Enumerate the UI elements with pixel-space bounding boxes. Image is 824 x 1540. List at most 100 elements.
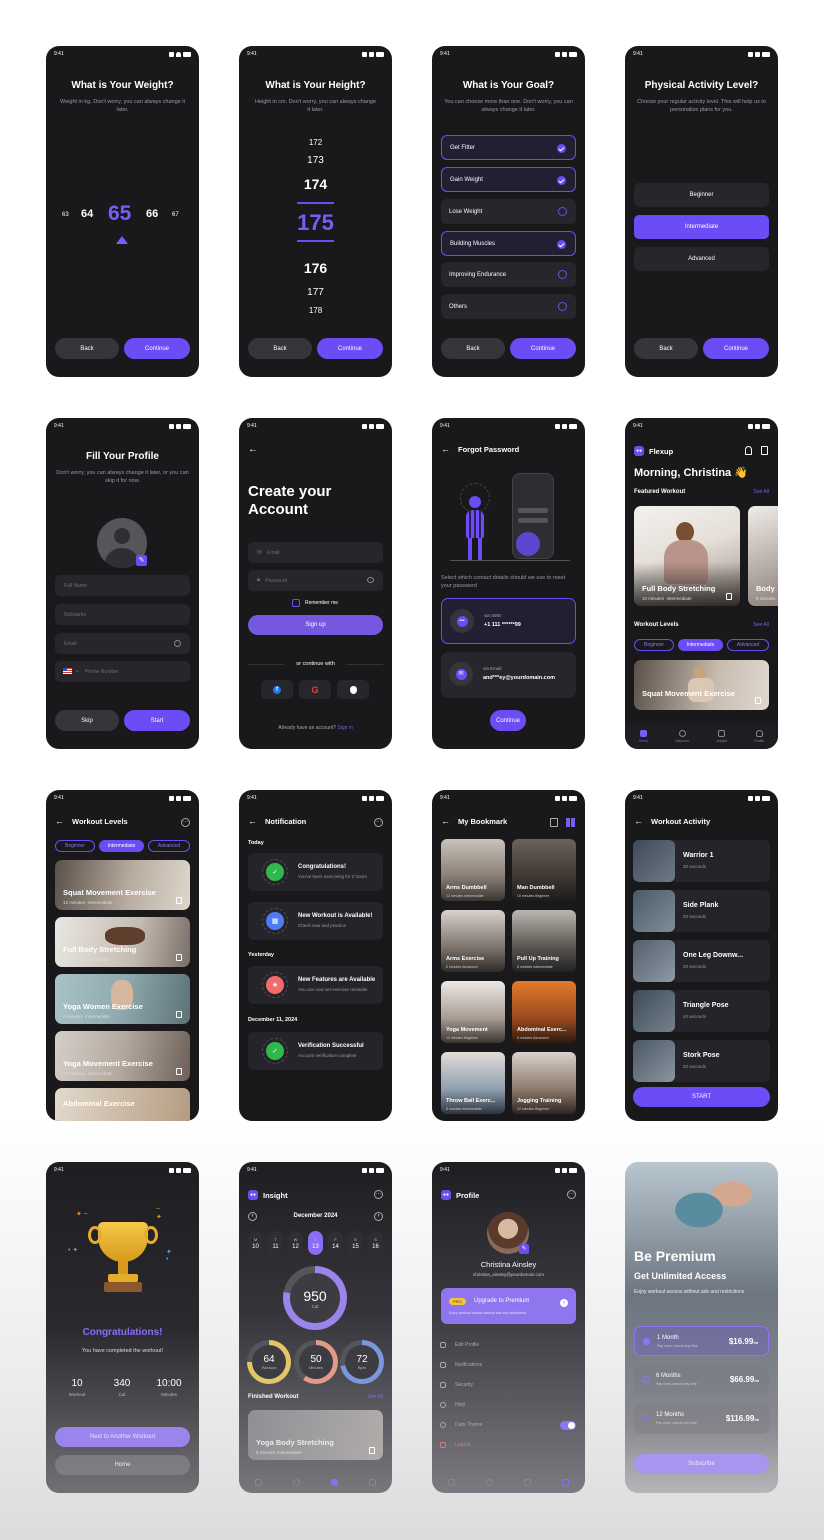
workout-card[interactable]: Full Body Stretching 6 minutes Intermedi… xyxy=(55,917,190,967)
level-beginner-option[interactable]: Beginner xyxy=(634,183,769,207)
bookmark-icon[interactable] xyxy=(761,446,768,455)
nav-insight[interactable] xyxy=(331,1478,339,1486)
nav-discover[interactable] xyxy=(485,1478,493,1486)
workout-card[interactable]: Squat Movement Exercise xyxy=(634,660,769,710)
upgrade-premium-banner[interactable]: PRO Upgrade to Premium Enjoy workout acc… xyxy=(441,1288,576,1324)
level-intermediate-option[interactable]: Intermediate xyxy=(634,215,769,239)
email-field[interactable]: ✉ Email xyxy=(248,542,383,563)
facebook-login-button[interactable]: f xyxy=(261,680,293,699)
bookmark-icon[interactable] xyxy=(176,1068,182,1075)
apple-login-button[interactable] xyxy=(337,680,369,699)
start-button[interactable]: START xyxy=(633,1087,770,1107)
full-name-field[interactable]: Full Name xyxy=(55,575,190,596)
continue-button[interactable]: Continue xyxy=(490,710,526,731)
back-arrow-icon[interactable]: ← xyxy=(634,816,643,826)
menu-logout[interactable]: Logout xyxy=(440,1442,470,1448)
email-field[interactable]: Email xyxy=(55,633,190,654)
sms-option[interactable]: ••• via SMS: +1 111 ******99 xyxy=(441,598,576,644)
workout-card[interactable]: Yoga Body Stretching 8 minutes Intermedi… xyxy=(248,1410,383,1460)
workout-card[interactable]: Yoga Women Exercise 8 minutes Intermedia… xyxy=(55,974,190,1024)
bookmark-card[interactable]: Arms Dumbbell 12 minutes Intermediate xyxy=(441,839,505,901)
menu-help[interactable]: Help xyxy=(440,1402,465,1408)
more-icon[interactable]: ··· xyxy=(374,818,383,827)
level-advanced-option[interactable]: Advanced xyxy=(634,247,769,271)
nav-discover[interactable]: Discover xyxy=(676,729,689,743)
day-cell[interactable]: T 13 xyxy=(308,1231,323,1255)
bookmark-card[interactable]: Throw Ball Exerc... 8 minutes Intermediat… xyxy=(441,1052,505,1114)
tab-beginner[interactable]: Beginner xyxy=(634,639,674,651)
plan-option[interactable]: 1 Month Pay once, cancel any time $16.99/m xyxy=(634,1326,769,1356)
exercise-item[interactable]: Triangle Pose 40 seconds xyxy=(633,990,770,1032)
edit-pencil-icon[interactable]: ✎ xyxy=(519,1244,529,1254)
continue-button[interactable]: Continue xyxy=(703,338,769,359)
tab-advanced[interactable]: Advanced xyxy=(148,840,190,852)
exercise-item[interactable]: One Leg Downw... 20 seconds xyxy=(633,940,770,982)
day-cell[interactable]: S 16 xyxy=(368,1231,383,1255)
see-all-link[interactable]: See All xyxy=(367,1394,383,1400)
tab-intermediate[interactable]: Intermediate xyxy=(99,840,144,852)
exercise-item[interactable]: Warrior 1 30 seconds xyxy=(633,840,770,882)
plan-option[interactable]: 6 Months Pay once, cancel any time $66.99/… xyxy=(634,1365,769,1395)
notification-item[interactable]: ✓ Verification Successful Account verifi… xyxy=(248,1032,383,1070)
bookmark-icon[interactable] xyxy=(369,1447,375,1454)
nav-insight[interactable]: Insight xyxy=(717,729,727,743)
bookmark-card[interactable]: Arms Exercise 6 minutes Advanced xyxy=(441,910,505,972)
notification-item[interactable]: ★ New Features are Available You can now… xyxy=(248,966,383,1004)
goal-option[interactable]: Improving Endurance xyxy=(441,262,576,287)
goal-option[interactable]: Lose Weight xyxy=(441,199,576,224)
bookmark-card[interactable]: Yoga Movement 10 minutes Beginner xyxy=(441,981,505,1043)
height-picker[interactable]: 172 173 174 175 176 177 178 xyxy=(239,138,392,318)
day-cell[interactable]: M 10 xyxy=(248,1231,263,1255)
phone-field[interactable]: + Phone Number xyxy=(55,661,190,682)
more-icon[interactable]: ··· xyxy=(374,1190,383,1199)
back-button[interactable]: Back xyxy=(441,338,505,359)
tab-advanced[interactable]: Advanced xyxy=(727,639,769,651)
bookmark-card[interactable]: Jogging Training 12 minutes Beginner xyxy=(512,1052,576,1114)
bookmark-icon[interactable] xyxy=(726,593,732,600)
nav-insight[interactable] xyxy=(524,1478,532,1486)
workout-card[interactable]: Yoga Movement Exercise 10 minutes Interm… xyxy=(55,1031,190,1081)
continue-button[interactable]: Continue xyxy=(510,338,576,359)
workout-card[interactable]: Squat Movement Exercise 12 minutes Inter… xyxy=(55,860,190,910)
nav-home[interactable] xyxy=(254,1478,262,1486)
back-arrow-icon[interactable]: ← xyxy=(441,816,450,826)
day-cell[interactable]: T 11 xyxy=(268,1231,283,1255)
featured-workout-card[interactable]: Full Body Stretching 10 minutes Intermed… xyxy=(634,506,740,606)
subscribe-button[interactable]: Subscribe xyxy=(634,1454,769,1474)
tab-beginner[interactable]: Beginner xyxy=(55,840,95,852)
nav-home[interactable]: Home xyxy=(639,729,648,743)
skip-button[interactable]: Skip xyxy=(55,710,119,731)
bookmark-card[interactable]: Pull Up Training 8 minutes Intermediate xyxy=(512,910,576,972)
menu-edit-profile[interactable]: Edit Profile xyxy=(440,1342,479,1348)
signup-button[interactable]: Sign up xyxy=(248,615,383,635)
back-button[interactable]: Back xyxy=(55,338,119,359)
see-all-link[interactable]: See All xyxy=(753,622,769,628)
bell-icon[interactable] xyxy=(745,446,752,455)
email-option[interactable]: ✉ via Email: and***ey@yourdomain.com xyxy=(441,652,576,698)
bookmark-icon[interactable] xyxy=(755,697,761,704)
back-arrow-icon[interactable]: ← xyxy=(441,444,450,454)
notification-item[interactable]: ▦ New Workout is Available! Check now an… xyxy=(248,902,383,940)
home-button[interactable]: Home xyxy=(55,1455,190,1475)
plan-option[interactable]: 12 Months Pay once, cancel any time $116.9… xyxy=(634,1404,769,1434)
nav-profile[interactable]: Profile xyxy=(754,729,764,743)
start-button[interactable]: Start xyxy=(124,710,190,731)
bookmark-card[interactable]: Man Dumbbell 10 minutes Beginner xyxy=(512,839,576,901)
bookmark-card[interactable]: Abdominal Exerc... 6 minutes Advanced xyxy=(512,981,576,1043)
menu-security[interactable]: Security xyxy=(440,1382,473,1388)
nickname-field[interactable]: Nickname xyxy=(55,604,190,625)
workout-card[interactable]: Abdominal Exercise xyxy=(55,1088,190,1121)
nav-discover[interactable] xyxy=(292,1478,300,1486)
day-cell[interactable]: S 15 xyxy=(348,1231,363,1255)
day-cell[interactable]: W 12 xyxy=(288,1231,303,1255)
bookmark-icon[interactable] xyxy=(176,954,182,961)
exercise-item[interactable]: Side Plank 20 seconds xyxy=(633,890,770,932)
exercise-item[interactable]: Stork Pose 20 seconds xyxy=(633,1040,770,1082)
goal-option[interactable]: Others xyxy=(441,294,576,319)
signin-link[interactable]: Sign in xyxy=(337,725,352,731)
continue-button[interactable]: Continue xyxy=(124,338,190,359)
nav-profile[interactable] xyxy=(369,1478,377,1486)
remember-me-checkbox[interactable]: Remember me xyxy=(292,599,338,607)
back-arrow-icon[interactable]: ← xyxy=(248,816,257,826)
menu-notifications[interactable]: Notifications xyxy=(440,1362,482,1368)
